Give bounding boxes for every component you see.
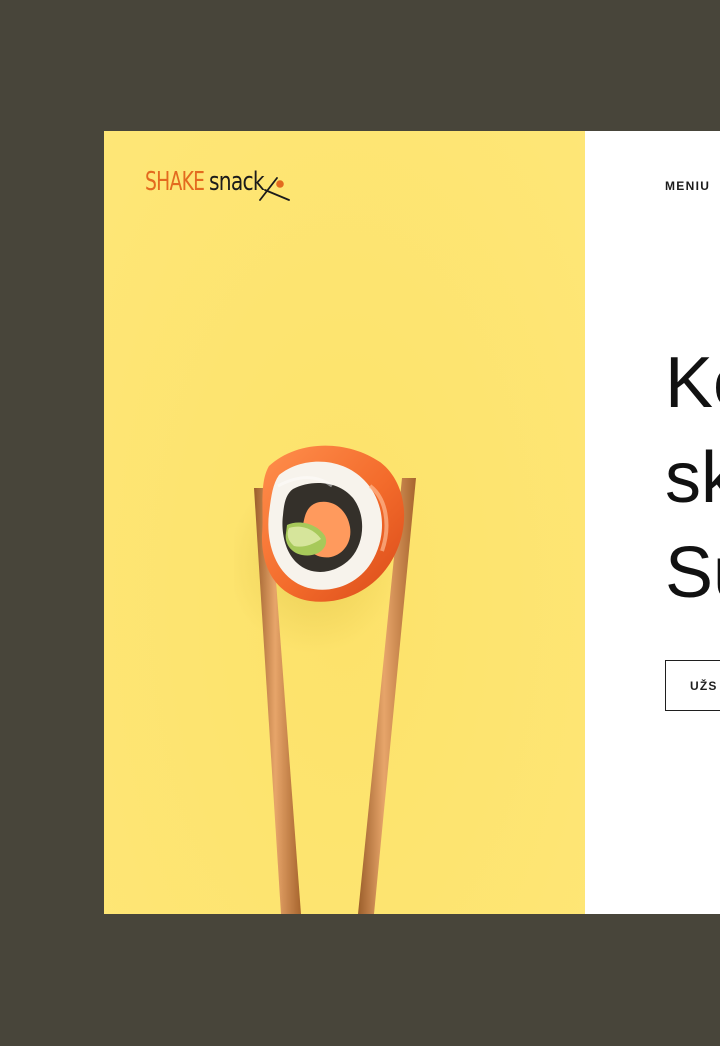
chopsticks-dot-icon <box>259 177 290 201</box>
brand-logo[interactable]: SHAKE snack <box>145 167 290 201</box>
brand-logo-shake-text: SHAKE <box>145 167 205 197</box>
sushi-chopsticks-image <box>234 445 416 914</box>
hero-heading-line-3: Su <box>665 533 720 613</box>
content-panel: MENIU Ko sk Su UŽS <box>585 131 720 914</box>
order-button[interactable]: UŽS <box>665 660 720 711</box>
page: SHAKE snack MENIU K sk S UŽS <box>0 0 720 1046</box>
image-panel: SHAKE snack <box>104 131 585 914</box>
menu-link[interactable]: MENIU <box>665 179 710 193</box>
hero-heading: Ko sk Su <box>665 336 720 621</box>
hero-heading-line-1: Ko <box>665 343 720 423</box>
hero-heading-line-2: sk <box>665 438 720 518</box>
hero-frame: SHAKE snack MENIU K sk S UŽS <box>104 131 720 914</box>
